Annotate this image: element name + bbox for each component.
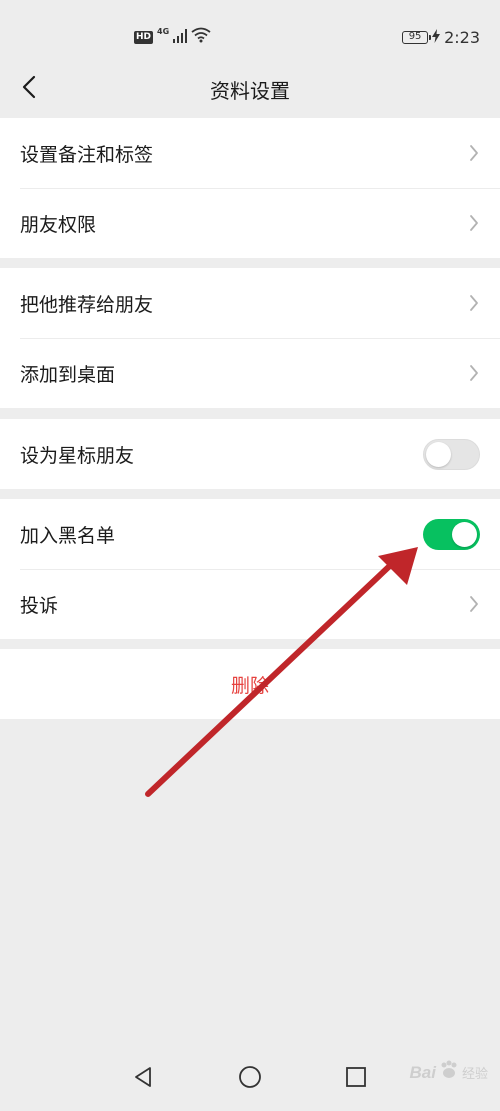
row-add-to-desktop[interactable]: 添加到桌面 [0, 338, 500, 408]
delete-button[interactable]: 删除 [0, 649, 500, 719]
status-right: 95 2:23 [402, 26, 480, 48]
watermark: Bai 经验 [410, 1059, 488, 1086]
row-star-friend: 设为星标朋友 [0, 419, 500, 489]
hd-badge: HD [134, 30, 154, 44]
group-star: 设为星标朋友 [0, 419, 500, 489]
signal-icon [173, 28, 188, 47]
clock: 2:23 [444, 27, 480, 47]
chevron-right-icon [468, 594, 480, 614]
chevron-right-icon [468, 213, 480, 233]
row-recommend-to-friend[interactable]: 把他推荐给朋友 [0, 268, 500, 338]
row-friend-permissions[interactable]: 朋友权限 [0, 188, 500, 258]
chevron-right-icon [468, 143, 480, 163]
screen: HD 4G 95 2:23 资料设置 设置备注和标签 朋友权限 把他推荐给朋友 … [0, 0, 500, 1111]
star-friend-toggle[interactable] [423, 438, 480, 470]
page-title: 资料设置 [210, 79, 290, 103]
row-label: 朋友权限 [20, 213, 97, 236]
network-type: 4G [157, 26, 170, 36]
row-label: 把他推荐给朋友 [20, 293, 154, 316]
paw-logo-icon [438, 1059, 460, 1086]
row-set-remark-tags[interactable]: 设置备注和标签 [0, 118, 500, 188]
row-label: 加入黑名单 [20, 524, 116, 547]
chevron-right-icon [468, 293, 480, 313]
triangle-back-icon[interactable] [130, 1064, 156, 1090]
toggle-knob [452, 521, 477, 547]
group-delete: 删除 [0, 649, 500, 719]
row-label: 添加到桌面 [20, 363, 116, 386]
row-label: 设置备注和标签 [20, 143, 154, 166]
charging-bolt-icon [432, 28, 441, 47]
circle-home-icon[interactable] [237, 1064, 263, 1090]
group-blacklist: 加入黑名单 投诉 [0, 499, 500, 639]
row-label: 投诉 [20, 594, 59, 617]
row-complain[interactable]: 投诉 [0, 569, 500, 639]
blacklist-toggle[interactable] [423, 518, 480, 550]
battery-indicator: 95 [402, 30, 432, 44]
status-icons: HD 4G [134, 27, 211, 47]
delete-label: 删除 [230, 674, 269, 697]
group-share: 把他推荐给朋友 添加到桌面 [0, 268, 500, 408]
chevron-right-icon [468, 363, 480, 383]
wifi-icon [191, 27, 211, 47]
square-recent-icon[interactable] [343, 1064, 369, 1090]
watermark-brand: Bai [409, 1062, 436, 1082]
nav-bar: 资料设置 [0, 62, 500, 116]
row-label: 设为星标朋友 [20, 444, 135, 467]
toggle-knob [426, 441, 451, 467]
group-remark: 设置备注和标签 朋友权限 [0, 118, 500, 258]
watermark-suffix: 经验 [461, 1066, 488, 1081]
row-blacklist: 加入黑名单 [0, 499, 500, 569]
